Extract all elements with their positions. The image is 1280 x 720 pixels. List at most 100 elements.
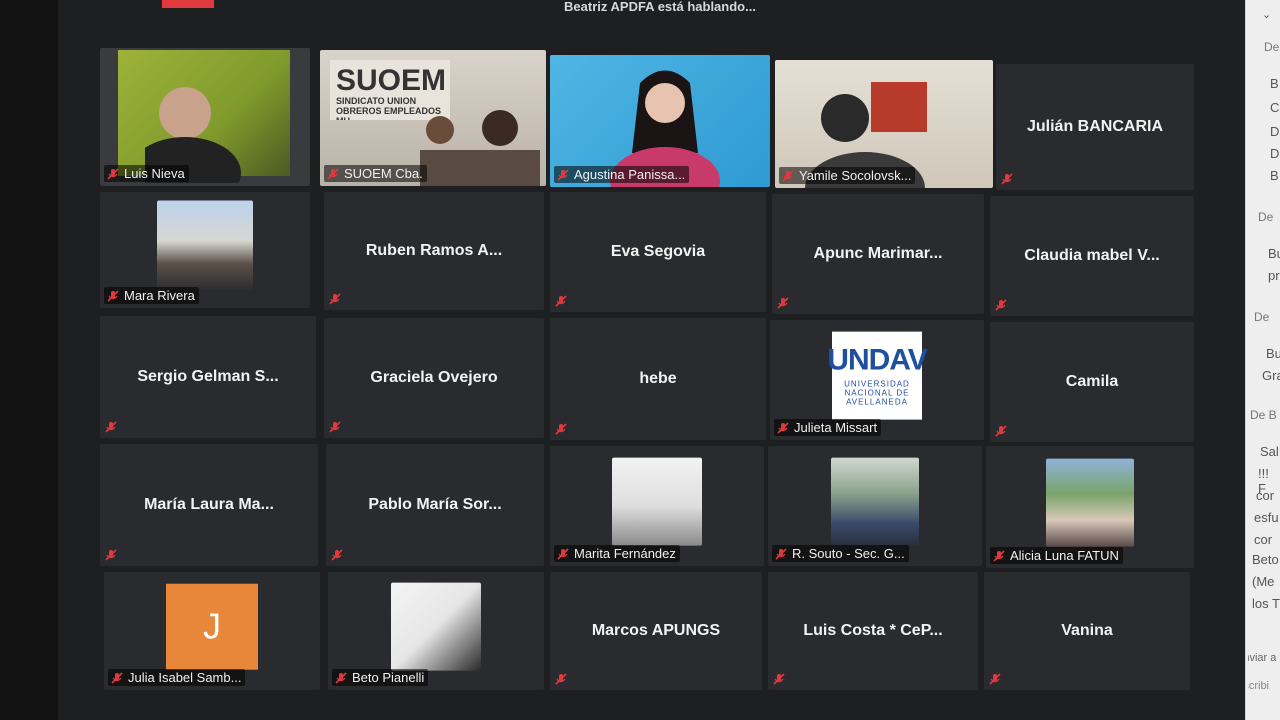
chevron-down-icon[interactable]: ⌄ xyxy=(1262,8,1271,21)
participant-label: Julieta Missart xyxy=(774,419,882,436)
participant-name: Luis Costa * CeP... xyxy=(803,622,943,639)
participant-tile[interactable]: hebe xyxy=(550,318,766,440)
participant-tile[interactable]: Beto Pianelli xyxy=(328,572,544,690)
participant-photo xyxy=(612,457,702,546)
mic-muted-icon xyxy=(995,425,1007,437)
mic-muted-icon xyxy=(773,673,785,685)
participant-name: Beto Pianelli xyxy=(352,670,425,685)
avatar: J xyxy=(166,583,258,670)
mic-muted-icon xyxy=(105,421,117,433)
mic-muted-icon xyxy=(557,168,569,181)
chat-line: B xyxy=(1270,76,1279,91)
chat-input[interactable]: Escribi xyxy=(1248,680,1269,692)
mic-muted-icon xyxy=(993,549,1005,562)
participant-tile[interactable]: R. Souto - Sec. G... xyxy=(768,446,982,566)
participant-tile[interactable]: Mara Rivera xyxy=(100,192,310,308)
chat-line: pr xyxy=(1268,268,1280,283)
participant-name: Eva Segovia xyxy=(610,243,706,260)
mic-muted-icon xyxy=(555,423,567,435)
mic-muted-icon xyxy=(329,293,341,305)
participant-tile[interactable]: Eva Segovia xyxy=(550,192,766,312)
participant-tile[interactable]: Pablo María Sor... xyxy=(326,444,544,566)
participant-photo xyxy=(157,200,253,291)
panel-divider xyxy=(1245,0,1246,720)
chat-line: De xyxy=(1264,40,1280,54)
mic-muted-icon xyxy=(989,673,1001,685)
monitor-bezel xyxy=(0,0,58,720)
mic-muted-icon xyxy=(995,299,1007,311)
mic-muted-icon xyxy=(777,421,789,434)
chat-line: D xyxy=(1270,146,1280,161)
participant-name: Julieta Missart xyxy=(794,420,878,435)
participant-photo xyxy=(831,457,919,546)
mic-muted-icon xyxy=(775,547,787,560)
participant-tile[interactable]: Camila xyxy=(990,322,1194,442)
top-accent-bar xyxy=(162,0,214,8)
mic-muted-icon xyxy=(555,673,567,685)
logo-subtitle: UNIVERSIDAD NACIONAL DE AVELLANEDA xyxy=(844,379,910,407)
chat-line: Beto xyxy=(1252,552,1279,567)
chat-line: De xyxy=(1254,310,1270,324)
participant-name: Alicia Luna FATUN xyxy=(1010,548,1119,563)
participant-tile[interactable]: Claudia mabel V... xyxy=(990,196,1194,316)
participant-name: Mara Rivera xyxy=(124,288,195,303)
participant-tile[interactable]: María Laura Ma... xyxy=(100,444,318,566)
mic-muted-icon xyxy=(782,169,794,182)
participant-label: Alicia Luna FATUN xyxy=(990,547,1123,564)
chat-line: Gra xyxy=(1262,368,1280,383)
participant-tile[interactable]: SUOEM SINDICATO UNION OBREROS EMPLEADOS … xyxy=(320,50,546,186)
chat-line: D xyxy=(1270,124,1280,139)
send-to-label[interactable]: Enviar a xyxy=(1248,652,1276,664)
participant-tile[interactable]: Apunc Marimar... xyxy=(772,194,984,314)
participant-label: Luis Nieva xyxy=(104,165,189,182)
participant-label: Marita Fernández xyxy=(554,545,680,562)
mic-muted-icon xyxy=(107,167,119,180)
participant-label: Julia Isabel Samb... xyxy=(108,669,246,686)
mic-muted-icon xyxy=(555,295,567,307)
participant-name: hebe xyxy=(639,370,677,387)
participant-tile[interactable]: Marcos APUNGS xyxy=(550,572,762,690)
participant-name: Sergio Gelman S... xyxy=(137,368,279,385)
chat-line: esfu xyxy=(1254,510,1279,525)
university-logo: UNDAV UNIVERSIDAD NACIONAL DE AVELLANEDA xyxy=(827,331,928,420)
participant-name: Luis Nieva xyxy=(124,166,185,181)
participant-tile[interactable]: J Julia Isabel Samb... xyxy=(104,572,320,690)
participant-label: Yamile Socolovsk... xyxy=(779,167,916,184)
participant-tile[interactable]: Vanina xyxy=(984,572,1190,690)
participant-tile[interactable]: Luis Costa * CeP... xyxy=(768,572,978,690)
mic-muted-icon xyxy=(107,289,119,302)
mic-muted-icon xyxy=(335,671,347,684)
participant-tile[interactable]: Yamile Socolovsk... xyxy=(775,60,993,188)
participant-name: Vanina xyxy=(1061,622,1113,639)
participant-tile[interactable]: Marita Fernández xyxy=(550,446,764,566)
people-silhouette-icon xyxy=(420,110,540,186)
participant-tile[interactable]: UNDAV UNIVERSIDAD NACIONAL DE AVELLANEDA… xyxy=(770,320,984,440)
participant-label: Mara Rivera xyxy=(104,287,199,304)
participant-tile[interactable]: Julián BANCARIA xyxy=(996,64,1194,190)
participant-label: Beto Pianelli xyxy=(332,669,429,686)
mic-muted-icon xyxy=(557,547,569,560)
participant-name: Julia Isabel Samb... xyxy=(128,670,242,685)
chat-line: Bu xyxy=(1268,246,1280,261)
participant-name: Pablo María Sor... xyxy=(368,496,502,513)
participant-tile[interactable]: Luis Nieva xyxy=(100,48,310,186)
mic-muted-icon xyxy=(1001,173,1013,185)
participant-name: Julián BANCARIA xyxy=(1026,118,1163,135)
chat-line: C xyxy=(1270,100,1280,115)
participant-name: Agustina Panissa... xyxy=(574,167,686,182)
participant-tile[interactable]: Agustina Panissa... xyxy=(550,55,770,187)
chat-line: De xyxy=(1258,210,1274,224)
participant-photo xyxy=(1046,458,1134,547)
participant-tile[interactable]: Graciela Ovejero xyxy=(324,318,544,438)
mic-muted-icon xyxy=(105,549,117,561)
participant-tile[interactable]: Alicia Luna FATUN xyxy=(986,446,1194,568)
participant-tile[interactable]: Sergio Gelman S... xyxy=(100,316,316,438)
participant-label: SUOEM Cba. xyxy=(324,165,427,182)
chat-line: cor xyxy=(1256,488,1275,503)
speaker-status: Beatriz APDFA está hablando... xyxy=(564,0,756,14)
logo-title: UNDAV xyxy=(827,343,927,377)
participant-name: Marcos APUNGS xyxy=(591,622,721,639)
participant-tile[interactable]: Ruben Ramos A... xyxy=(324,192,544,310)
chat-line: Bu xyxy=(1266,346,1280,361)
mic-muted-icon xyxy=(329,421,341,433)
